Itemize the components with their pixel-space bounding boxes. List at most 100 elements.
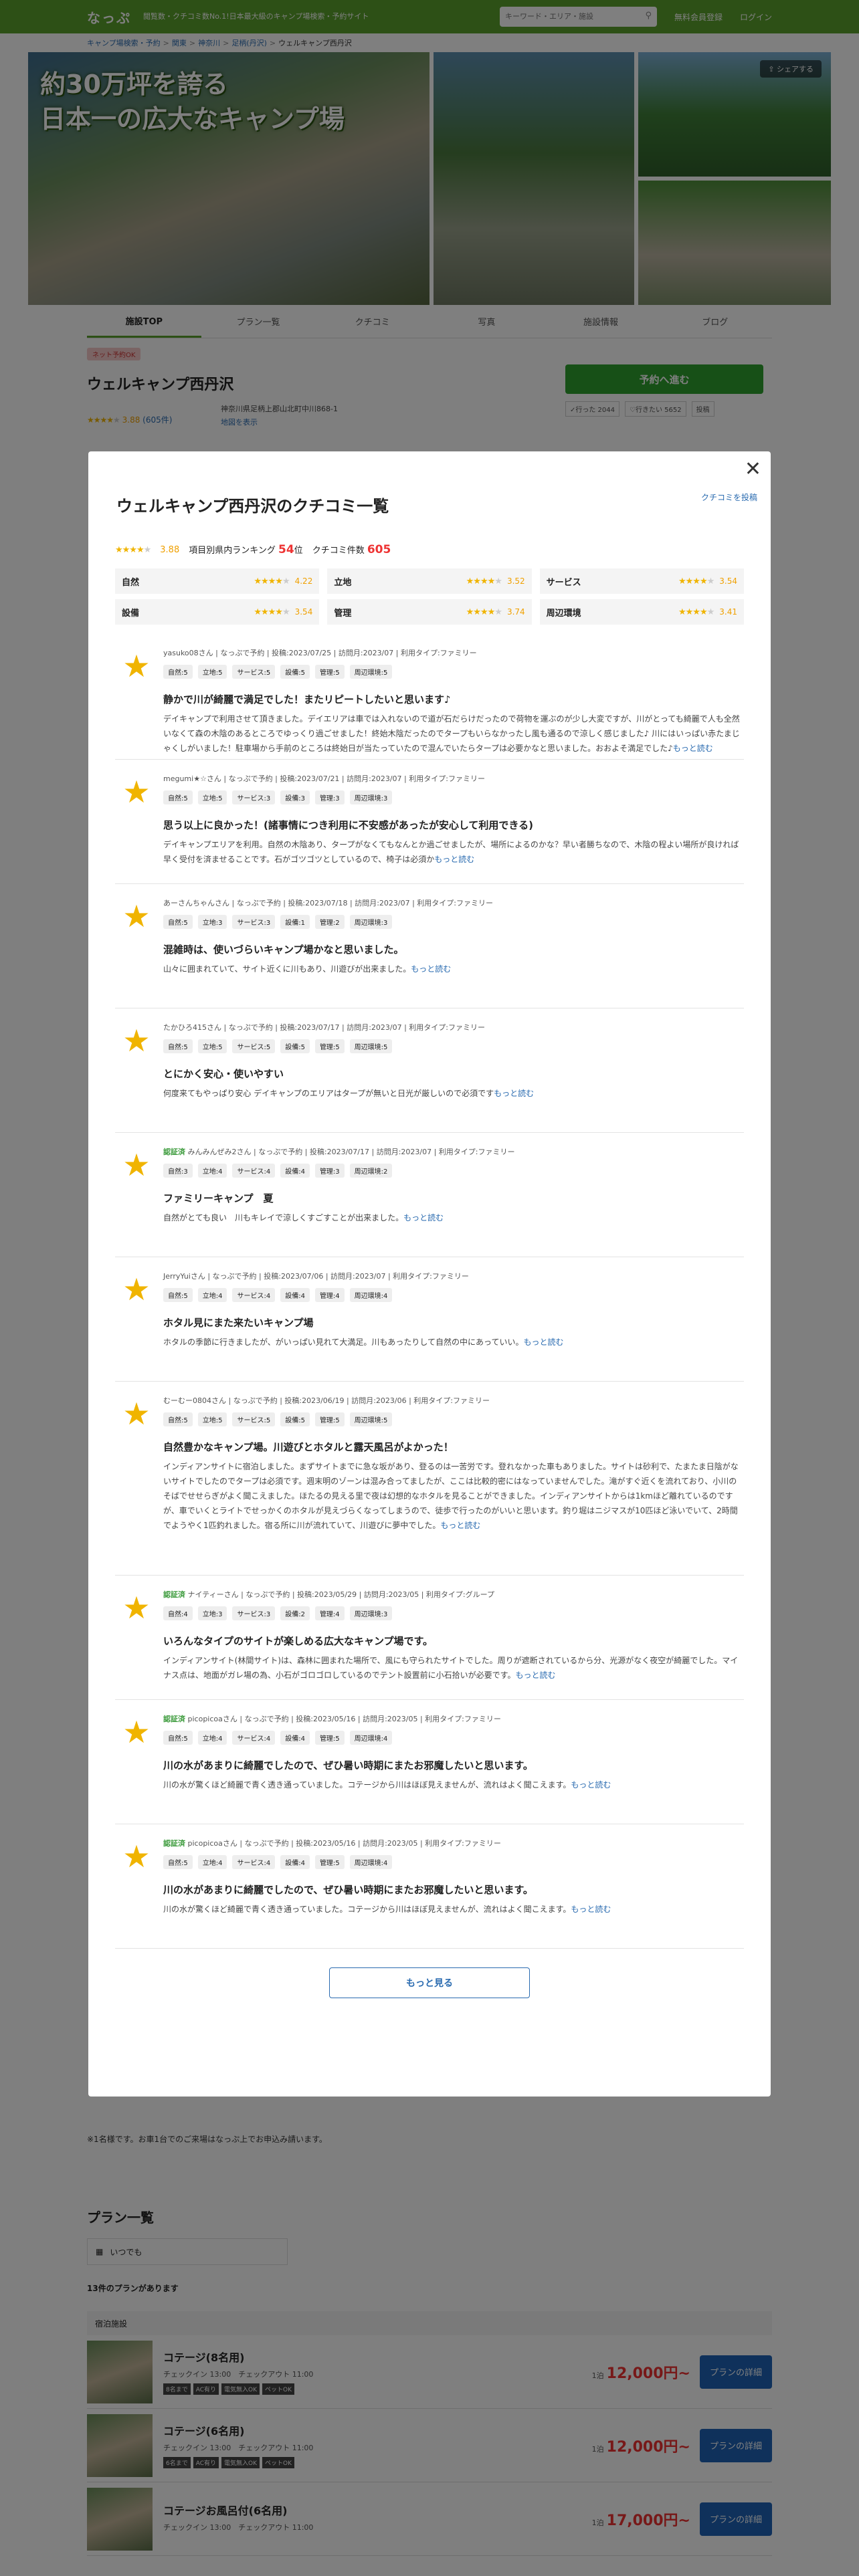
review-score-chip: サービス:3 bbox=[232, 915, 276, 929]
category-rating-item: 立地 ★★★★★ 3.52 bbox=[327, 568, 532, 594]
review-score-chip: 管理:5 bbox=[314, 1731, 345, 1745]
read-more-link[interactable]: もっと読む bbox=[403, 1213, 444, 1222]
review-body: 川の水が驚くほど綺麗で青く透き通っていました。コテージから川はほぼ見えませんが、… bbox=[163, 1780, 611, 1790]
review-score-chip: サービス:5 bbox=[232, 1039, 276, 1053]
review-score-chip: 管理:5 bbox=[314, 1412, 345, 1426]
review-score-chip: 設備:2 bbox=[280, 1606, 310, 1620]
review-item: ★ たかひろ415さん | なっぷで予約 | 投稿:2023/07/17 | 訪… bbox=[115, 1008, 744, 1133]
review-body: デイキャンプエリアを利用。自然の木陰あり、タープがなくてもなんとか過ごせましたが… bbox=[163, 840, 739, 864]
review-item: ★ JerryYuiさん | なっぷで予約 | 投稿:2023/07/06 | … bbox=[115, 1257, 744, 1382]
review-scores: 自然:3 立地:4 サービス:4 設備:4 管理:3 周辺環境:2 bbox=[163, 1164, 744, 1178]
review-body: インディアンサイト(林間サイト)は、森林に囲まれた場所で、風にも守られたサイトで… bbox=[163, 1656, 739, 1680]
review-score-chip: 自然:5 bbox=[163, 1731, 193, 1745]
review-score-chip: 自然:5 bbox=[163, 915, 193, 929]
verified-badge: 認証済 bbox=[163, 1839, 185, 1848]
review-score-chip: 自然:5 bbox=[163, 1855, 193, 1869]
read-more-link[interactable]: もっと読む bbox=[571, 1780, 611, 1790]
category-stars: ★★★★★ bbox=[466, 576, 502, 586]
review-meta: あーさんちゃんさん | なっぷで予約 | 投稿:2023/07/18 | 訪問月… bbox=[163, 899, 494, 907]
modal-title: ウェルキャンプ西丹沢のクチコミ一覧 bbox=[116, 497, 389, 516]
verified-badge: 認証済 bbox=[163, 1590, 185, 1599]
category-label: 周辺環境 bbox=[546, 608, 581, 619]
review-meta: yasuko08さん | なっぷで予約 | 投稿:2023/07/25 | 訪問… bbox=[163, 649, 477, 657]
review-scores: 自然:5 立地:3 サービス:3 設備:1 管理:2 周辺環境:3 bbox=[163, 915, 744, 929]
review-score-chip: 管理:5 bbox=[314, 1039, 345, 1053]
reviewer-star-icon: ★ bbox=[122, 1590, 151, 1626]
review-body: ホタルの季節に行きましたが、がいっぱい見れて大満足。川もあったりして自然の中にあ… bbox=[163, 1337, 564, 1347]
category-ratings: 自然 ★★★★★ 4.22 立地 ★★★★★ 3.52 サービス ★★★★★ 3.5… bbox=[115, 568, 744, 625]
review-scores: 自然:5 立地:4 サービス:4 設備:4 管理:5 周辺環境:4 bbox=[163, 1731, 744, 1745]
reviewer-star-icon: ★ bbox=[122, 898, 151, 934]
review-score-chip: 立地:5 bbox=[197, 665, 227, 679]
category-label: 管理 bbox=[334, 608, 352, 619]
read-more-link[interactable]: もっと読む bbox=[440, 1521, 480, 1530]
review-score-chip: 立地:5 bbox=[197, 1412, 227, 1426]
review-title: 自然豊かなキャンプ場。川遊びとホタルと露天風呂がよかった！ bbox=[163, 1441, 454, 1453]
review-score-chip: 立地:5 bbox=[197, 790, 227, 804]
review-score-chip: 立地:4 bbox=[197, 1731, 227, 1745]
category-rating-item: 周辺環境 ★★★★★ 3.41 bbox=[539, 599, 744, 625]
category-label: 立地 bbox=[334, 577, 352, 588]
category-stars: ★★★★★ bbox=[254, 576, 290, 586]
review-score-chip: 自然:3 bbox=[163, 1164, 193, 1178]
review-scores: 自然:5 立地:5 サービス:3 設備:3 管理:3 周辺環境:3 bbox=[163, 790, 744, 804]
review-title: いろんなタイプのサイトが楽しめる広大なキャンプ場です。 bbox=[163, 1635, 434, 1647]
review-score-chip: 設備:4 bbox=[280, 1288, 310, 1302]
review-body: 山々に囲まれていて、サイト近くに川もあり、川遊びが出来ました。もっと読む bbox=[163, 964, 452, 974]
review-score-chip: サービス:5 bbox=[232, 665, 276, 679]
review-meta: たかひろ415さん | なっぷで予約 | 投稿:2023/07/17 | 訪問月… bbox=[163, 1023, 486, 1032]
review-title: 静かで川が綺麗で満足でした！またリピートしたいと思います♪ bbox=[163, 693, 451, 706]
review-score-chip: サービス:3 bbox=[232, 790, 276, 804]
review-score-chip: 周辺環境:3 bbox=[349, 1606, 393, 1620]
review-count: クチコミ件数 605 bbox=[312, 543, 391, 556]
category-label: サービス bbox=[546, 577, 581, 588]
review-score-chip: 管理:2 bbox=[314, 915, 345, 929]
read-more-link[interactable]: もっと読む bbox=[494, 1089, 534, 1098]
review-score-chip: 周辺環境:4 bbox=[349, 1855, 393, 1869]
read-more-link[interactable]: もっと読む bbox=[523, 1337, 563, 1347]
read-more-link[interactable]: もっと読む bbox=[571, 1905, 611, 1914]
review-scores: 自然:5 立地:5 サービス:5 設備:5 管理:5 周辺環境:5 bbox=[163, 1412, 744, 1426]
category-stars: ★★★★★ bbox=[466, 607, 502, 617]
read-more-link[interactable]: もっと読む bbox=[673, 744, 713, 753]
review-score-chip: 立地:4 bbox=[197, 1288, 227, 1302]
review-score-chip: 自然:5 bbox=[163, 665, 193, 679]
review-scores: 自然:5 立地:5 サービス:5 設備:5 管理:5 周辺環境:5 bbox=[163, 1039, 744, 1053]
review-score-chip: 自然:5 bbox=[163, 1039, 193, 1053]
reviewer-star-icon: ★ bbox=[122, 1023, 151, 1059]
read-more-link[interactable]: もっと読む bbox=[434, 855, 474, 864]
review-score-chip: サービス:3 bbox=[232, 1606, 276, 1620]
review-score-chip: サービス:4 bbox=[232, 1855, 276, 1869]
show-more-button[interactable]: もっと見る bbox=[329, 1967, 530, 1998]
review-score-chip: サービス:4 bbox=[232, 1164, 276, 1178]
category-rating-item: 管理 ★★★★★ 3.74 bbox=[327, 599, 532, 625]
review-score-chip: 設備:5 bbox=[280, 1039, 310, 1053]
review-scores: 自然:5 立地:5 サービス:5 設備:5 管理:5 周辺環境:5 bbox=[163, 665, 744, 679]
review-title: とにかく安心・使いやすい bbox=[163, 1068, 284, 1080]
review-item: ★ あーさんちゃんさん | なっぷで予約 | 投稿:2023/07/18 | 訪… bbox=[115, 884, 744, 1008]
review-score-chip: 立地:4 bbox=[197, 1855, 227, 1869]
read-more-link[interactable]: もっと読む bbox=[411, 964, 451, 974]
post-review-link[interactable]: クチコミを投稿 bbox=[701, 492, 757, 503]
review-meta: 認証済 ナイティーさん | なっぷで予約 | 投稿:2023/05/29 | 訪… bbox=[163, 1590, 494, 1599]
review-score-chip: 管理:4 bbox=[314, 1288, 345, 1302]
reviewer-star-icon: ★ bbox=[122, 1838, 151, 1874]
review-meta: むーむー0804さん | なっぷで予約 | 投稿:2023/06/19 | 訪問… bbox=[163, 1396, 490, 1405]
review-title: 川の水があまりに綺麗でしたので、ぜひ暑い時期にまたお邪魔したいと思います。 bbox=[163, 1884, 533, 1896]
review-item: ★ 認証済 ナイティーさん | なっぷで予約 | 投稿:2023/05/29 |… bbox=[115, 1576, 744, 1700]
read-more-link[interactable]: もっと読む bbox=[515, 1671, 555, 1680]
review-score-chip: サービス:4 bbox=[232, 1731, 276, 1745]
review-meta: megumi★☆さん | なっぷで予約 | 投稿:2023/07/21 | 訪問… bbox=[163, 774, 485, 783]
review-score-chip: 自然:4 bbox=[163, 1606, 193, 1620]
category-label: 設備 bbox=[122, 608, 140, 619]
category-score: 3.74 bbox=[506, 607, 525, 617]
review-score-chip: 周辺環境:3 bbox=[349, 790, 393, 804]
review-item: ★ 認証済 みんみんぜみ2さん | なっぷで予約 | 投稿:2023/07/17… bbox=[115, 1133, 744, 1257]
review-item: ★ 認証済 picopicoaさん | なっぷで予約 | 投稿:2023/05/… bbox=[115, 1824, 744, 1949]
review-title: ファミリーキャンプ 夏 bbox=[163, 1192, 274, 1204]
review-meta: 認証済 picopicoaさん | なっぷで予約 | 投稿:2023/05/16… bbox=[163, 1839, 501, 1848]
category-rating-item: 設備 ★★★★★ 3.54 bbox=[115, 599, 320, 625]
review-score-chip: 周辺環境:5 bbox=[349, 1039, 393, 1053]
review-title: 思う以上に良かった！(諸事情につき利用に不安感があったが安心して利用できる) bbox=[163, 819, 533, 831]
close-icon[interactable]: ✕ bbox=[745, 459, 761, 479]
